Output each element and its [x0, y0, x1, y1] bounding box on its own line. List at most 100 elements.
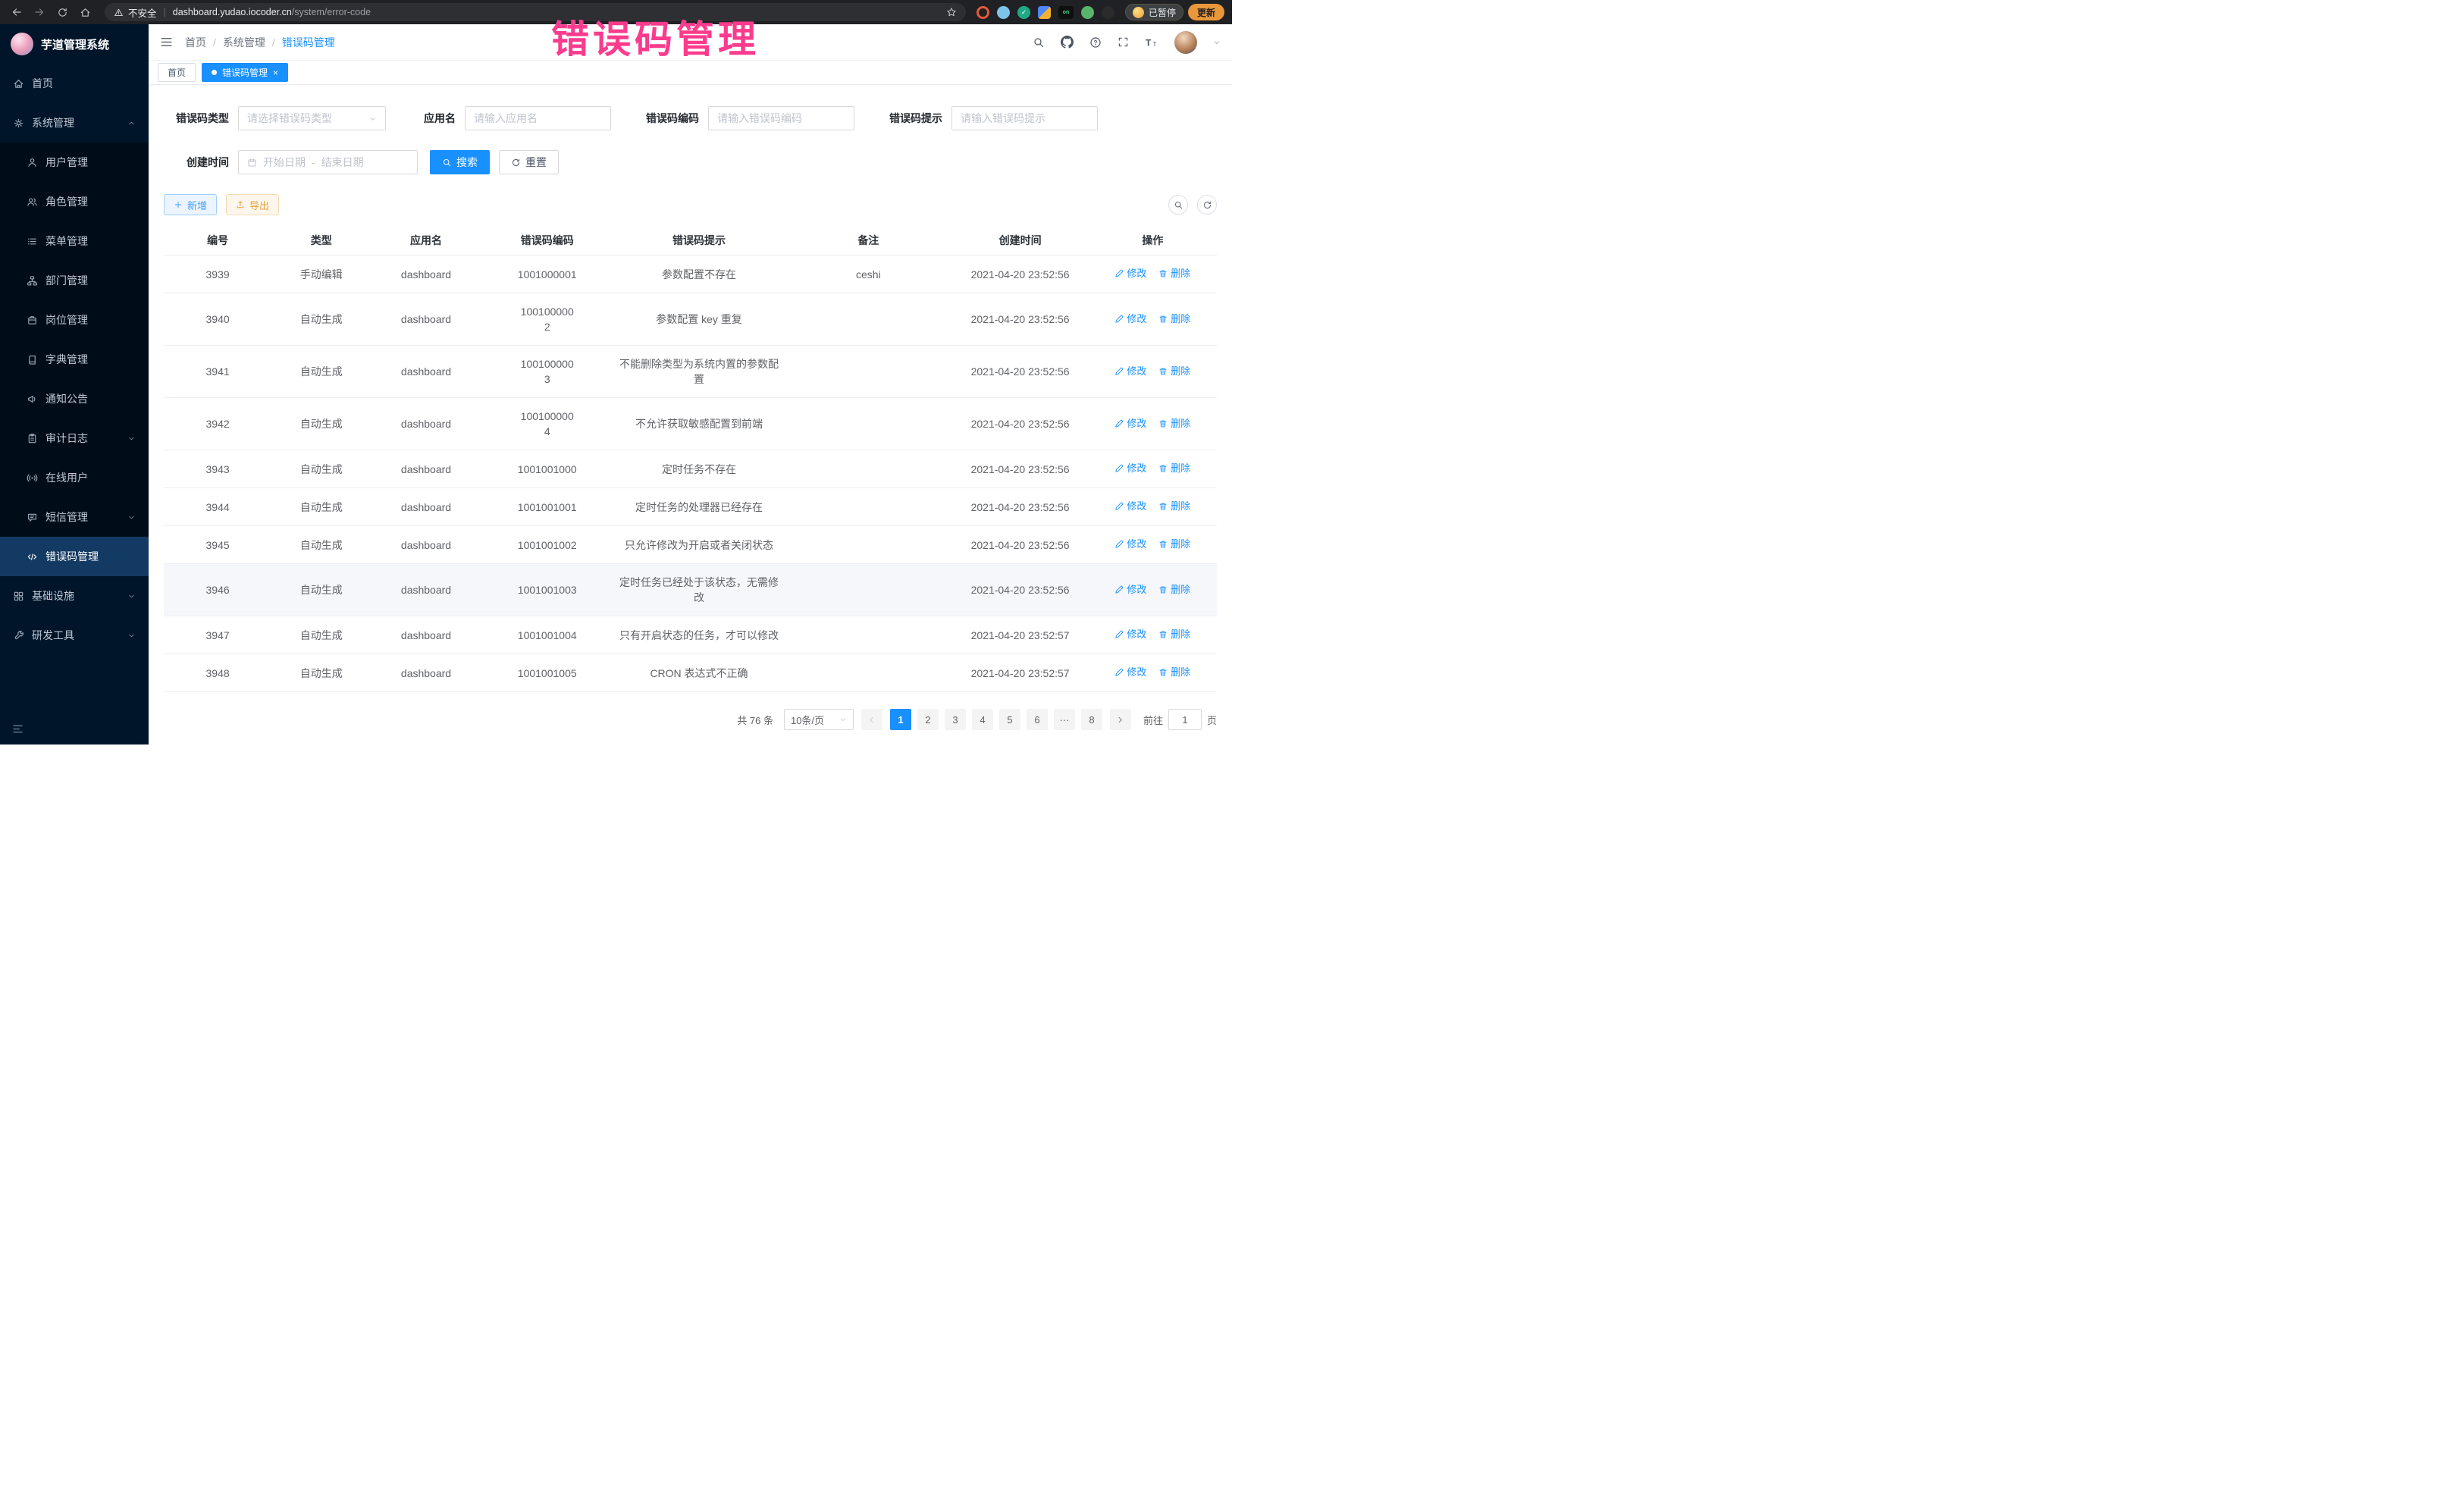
page-button[interactable]: 6 [1027, 709, 1048, 730]
sidebar-item-notices[interactable]: 通知公告 [0, 379, 149, 418]
date-range-picker[interactable]: 开始日期 - 结束日期 [238, 150, 418, 174]
error-hint-input[interactable] [961, 112, 1089, 124]
edit-button[interactable]: 修改 [1114, 665, 1146, 680]
page-button[interactable]: 8 [1081, 709, 1102, 730]
sidebar-item-online-users[interactable]: 在线用户 [0, 458, 149, 497]
error-type-select[interactable]: 请选择错误码类型 [238, 106, 386, 130]
table-search-toggle-icon[interactable] [1168, 195, 1188, 215]
bookmark-star-icon[interactable] [946, 7, 957, 17]
chevron-down-icon [839, 716, 847, 723]
delete-button[interactable]: 删除 [1158, 461, 1190, 476]
sidebar-item-posts[interactable]: 岗位管理 [0, 300, 149, 340]
edit-button[interactable]: 修改 [1114, 461, 1146, 476]
edit-button[interactable]: 修改 [1114, 582, 1146, 597]
date-start-placeholder: 开始日期 [263, 155, 306, 170]
github-icon[interactable] [1061, 36, 1074, 49]
tab-close-icon[interactable]: × [273, 68, 278, 77]
help-icon[interactable]: ? [1089, 36, 1102, 49]
next-page-button[interactable] [1110, 709, 1131, 730]
browser-update-button[interactable]: 更新 [1188, 4, 1224, 20]
sidebar-collapse-trigger[interactable] [0, 713, 149, 744]
sidebar-item-infrastructure[interactable]: 基础设施 [0, 576, 149, 616]
delete-button[interactable]: 删除 [1158, 499, 1190, 514]
delete-button[interactable]: 删除 [1158, 266, 1190, 281]
breadcrumb-system[interactable]: 系统管理 [223, 35, 265, 50]
puzzle-icon[interactable] [1102, 6, 1114, 19]
app-logo[interactable]: 芋道管理系统 [0, 24, 149, 64]
search-icon[interactable] [1033, 36, 1045, 49]
breadcrumb-separator: / [213, 36, 216, 49]
sidebar-item-roles[interactable]: 角色管理 [0, 182, 149, 221]
error-code-input[interactable] [717, 112, 845, 124]
home-browser-icon[interactable] [76, 3, 94, 21]
breadcrumb-home[interactable]: 首页 [185, 35, 206, 50]
delete-button[interactable]: 删除 [1158, 364, 1190, 379]
sidebar-item-dictionary[interactable]: 字典管理 [0, 340, 149, 379]
user-avatar[interactable] [1174, 31, 1197, 54]
page-button[interactable]: 5 [999, 709, 1020, 730]
prev-page-button[interactable] [861, 709, 882, 730]
reset-button[interactable]: 重置 [499, 150, 559, 174]
sidebar-item-system[interactable]: 系统管理 [0, 103, 149, 143]
extension-icon[interactable] [977, 6, 989, 19]
forward-icon[interactable] [30, 3, 49, 21]
sidebar-item-menus[interactable]: 菜单管理 [0, 221, 149, 261]
sidebar-item-dev-tools[interactable]: 研发工具 [0, 616, 149, 655]
extension-icon[interactable] [1081, 6, 1094, 19]
search-button[interactable]: 搜索 [430, 150, 490, 174]
page-button[interactable]: 2 [917, 709, 939, 730]
delete-button[interactable]: 删除 [1158, 627, 1190, 642]
breadcrumb-current[interactable]: 错误码管理 [282, 35, 335, 50]
font-size-icon[interactable]: TT [1145, 36, 1158, 49]
delete-button[interactable]: 删除 [1158, 582, 1190, 597]
page-button[interactable]: 4 [972, 709, 993, 730]
extension-badge-on[interactable]: on [1058, 6, 1074, 19]
export-button[interactable]: 导出 [226, 194, 279, 215]
tab-error-code[interactable]: 错误码管理 × [202, 63, 288, 82]
edit-button[interactable]: 修改 [1114, 266, 1146, 281]
sidebar-item-home[interactable]: 首页 [0, 64, 149, 103]
goto-page-input[interactable] [1168, 709, 1202, 730]
extension-icon[interactable] [1038, 6, 1051, 19]
tab-home[interactable]: 首页 [158, 63, 196, 82]
reload-icon[interactable] [53, 3, 71, 21]
delete-button[interactable]: 删除 [1158, 537, 1190, 552]
edit-button[interactable]: 修改 [1114, 537, 1146, 552]
sidebar-item-error-code[interactable]: 错误码管理 [0, 537, 149, 576]
edit-button[interactable]: 修改 [1114, 416, 1146, 431]
table-refresh-icon[interactable] [1197, 195, 1217, 215]
app-name-input[interactable] [474, 112, 602, 124]
edit-button[interactable]: 修改 [1114, 627, 1146, 642]
table-header: 编号 类型 应用名 错误码编码 错误码提示 备注 创建时间 操作 [164, 226, 1217, 255]
gear-icon [13, 118, 24, 129]
extension-icon[interactable] [997, 6, 1010, 19]
chevron-down-icon[interactable] [1213, 39, 1221, 46]
profile-paused-chip[interactable]: 已暂停 [1125, 4, 1183, 20]
delete-button[interactable]: 删除 [1158, 416, 1190, 431]
cell-code: 1001001003 [481, 564, 613, 616]
page-button[interactable]: ··· [1054, 709, 1075, 730]
edit-button[interactable]: 修改 [1114, 312, 1146, 327]
menu-fold-icon[interactable] [160, 36, 173, 49]
edit-button[interactable]: 修改 [1114, 364, 1146, 379]
page-button[interactable]: 1 [890, 709, 911, 730]
page-size-select[interactable]: 10条/页 [784, 709, 854, 730]
extension-icon[interactable]: ✓ [1017, 6, 1030, 19]
sidebar-item-users[interactable]: 用户管理 [0, 143, 149, 182]
sidebar-item-departments[interactable]: 部门管理 [0, 261, 149, 300]
cell-actions: 修改 删除 [1089, 450, 1217, 488]
table-row: 3946 自动生成 dashboard 1001001003 定时任务已经处于该… [164, 564, 1217, 616]
sidebar-item-sms[interactable]: 短信管理 [0, 497, 149, 537]
sidebar-item-audit-log[interactable]: 审计日志 [0, 418, 149, 458]
back-icon[interactable] [8, 3, 26, 21]
delete-button[interactable]: 删除 [1158, 312, 1190, 327]
page-button[interactable]: 3 [945, 709, 966, 730]
add-button[interactable]: 新增 [164, 194, 217, 215]
cell-created: 2021-04-20 23:52:56 [951, 255, 1088, 293]
table-row: 3948 自动生成 dashboard 1001001005 CRON 表达式不… [164, 654, 1217, 692]
address-bar[interactable]: 不安全 | dashboard.yudao.iocoder.cn/system/… [105, 3, 966, 21]
fullscreen-icon[interactable] [1118, 36, 1129, 48]
edit-button[interactable]: 修改 [1114, 499, 1146, 514]
security-label[interactable]: 不安全 [128, 5, 157, 20]
delete-button[interactable]: 删除 [1158, 665, 1190, 680]
